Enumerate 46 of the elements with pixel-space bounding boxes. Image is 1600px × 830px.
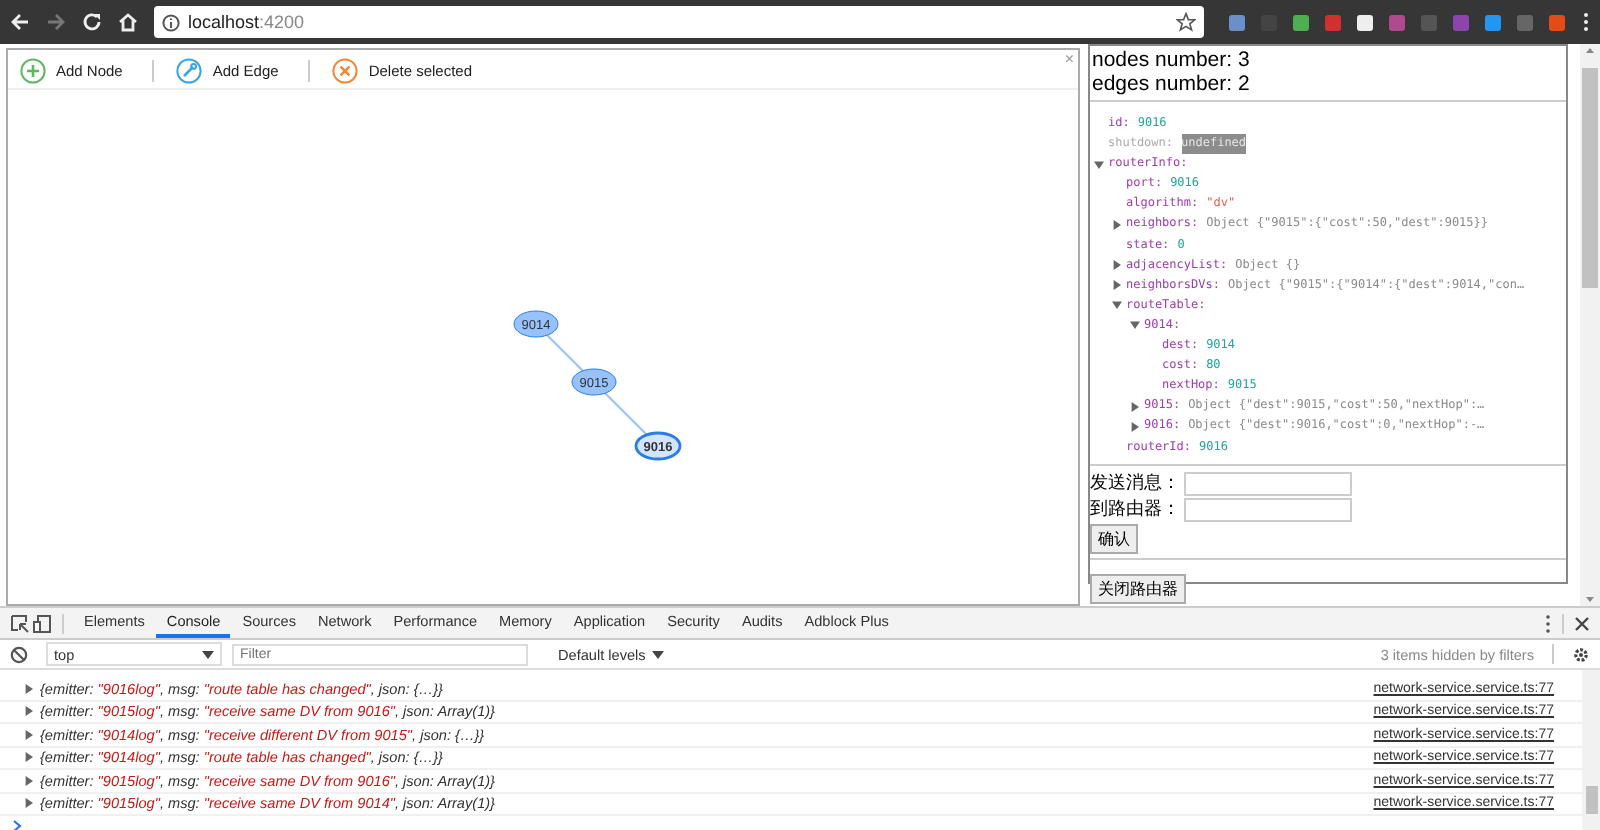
expand-triangle-icon[interactable] — [24, 798, 34, 809]
back-icon[interactable] — [10, 12, 30, 32]
inspect-icon[interactable] — [10, 613, 30, 633]
scrollbar-thumb[interactable] — [1582, 68, 1598, 288]
scrollbar-thumb[interactable] — [1585, 786, 1597, 814]
clear-console-icon[interactable] — [10, 645, 28, 663]
home-icon[interactable] — [118, 12, 138, 32]
more-icon[interactable] — [1544, 613, 1552, 633]
confirm-button[interactable]: 确认 — [1090, 523, 1138, 554]
shutdown-button[interactable]: 关闭路由器 — [1090, 573, 1186, 604]
count-label: edges number: 2 — [1092, 72, 1252, 96]
expand-triangle-icon[interactable] — [24, 775, 34, 786]
url-port: :4200 — [259, 12, 305, 32]
info-icon — [162, 13, 180, 31]
menu-icon[interactable] — [1582, 12, 1590, 32]
triangle-icon[interactable] — [1112, 280, 1122, 291]
address-bar[interactable]: localhost:4200 — [154, 6, 1204, 38]
dropdown-icon — [202, 649, 214, 659]
input-field[interactable] — [1184, 471, 1352, 496]
count-label: nodes number: 3 — [1092, 48, 1252, 72]
cross-circle-icon — [332, 57, 359, 83]
triangle-icon[interactable] — [1112, 220, 1122, 231]
dropdown-icon — [651, 649, 664, 659]
triangle-icon[interactable] — [1130, 320, 1140, 331]
expand-triangle-icon[interactable] — [24, 729, 34, 740]
triangle-icon[interactable] — [1112, 300, 1122, 311]
input-field[interactable] — [1184, 497, 1352, 522]
star-icon[interactable] — [1176, 12, 1196, 32]
pencil-circle-icon — [176, 57, 203, 83]
settings-icon[interactable] — [1572, 645, 1590, 663]
close-icon[interactable] — [1574, 615, 1590, 631]
triangle-icon[interactable] — [1130, 401, 1140, 412]
url-host: localhost — [188, 12, 260, 32]
plus-circle-icon — [20, 57, 46, 83]
triangle-icon[interactable] — [1112, 260, 1122, 271]
expand-triangle-icon[interactable] — [24, 706, 34, 717]
forward-icon[interactable] — [46, 12, 66, 32]
triangle-icon[interactable] — [1094, 159, 1104, 170]
triangle-icon[interactable] — [1130, 421, 1140, 432]
expand-triangle-icon[interactable] — [24, 683, 34, 694]
device-icon[interactable] — [32, 613, 52, 633]
expand-triangle-icon[interactable] — [24, 752, 34, 763]
field-label: 发送消息： — [1090, 470, 1180, 497]
prompt-chevron-icon[interactable] — [12, 820, 22, 830]
reload-icon[interactable] — [82, 12, 102, 32]
field-label: 到路由器： — [1090, 496, 1180, 523]
